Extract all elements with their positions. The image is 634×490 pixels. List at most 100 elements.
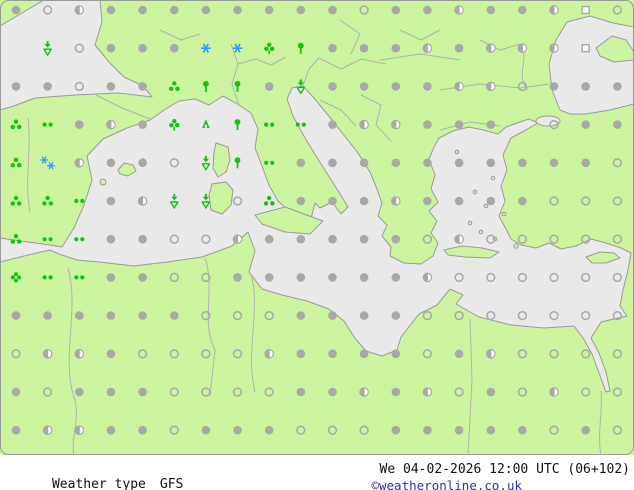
weather-symbol-partly-cloudy [42,425,53,436]
weather-symbol-overcast [581,425,590,435]
weather-symbol-partly-cloudy [74,158,85,168]
weather-symbol-mist [581,44,590,53]
weather-symbol-overcast [423,82,432,91]
weather-symbol-overcast [359,43,369,53]
weather-symbol-overcast [391,273,401,282]
weather-symbol-overcast [106,82,116,91]
weather-symbol-overcast [423,425,432,435]
weather-symbol-overcast [106,349,116,359]
weather-symbol-partly-cloudy [232,234,243,244]
weather-symbol-overcast [296,234,306,244]
weather-symbol-partly-cloudy [422,272,433,283]
weather-symbol-overcast [328,82,337,91]
weather-symbol-overcast [138,273,147,282]
weather-symbol-overcast [486,5,496,15]
weather-symbol-partly-cloudy [549,5,559,15]
weather-symbol-overcast [138,43,147,53]
weather-symbol-partly-cloudy [454,5,464,15]
weather-symbol-overcast [296,387,306,397]
weather-symbol-overcast [264,273,274,282]
weather-symbol-partly-cloudy [74,5,85,15]
model-name: GFS [159,477,184,490]
weather-map [0,0,634,456]
weather-symbol-overcast [486,196,496,206]
weather-symbol-overcast [391,43,401,53]
weather-symbol-overcast [296,349,306,359]
weather-symbol-overcast [264,5,274,15]
weather-symbol-overcast [43,82,52,91]
weather-symbol-overcast [328,5,337,15]
weather-symbol-overcast [423,158,432,168]
weather-symbol-overcast [328,273,337,282]
weather-symbol-overcast [328,120,337,129]
weather-symbol-partly-cloudy [264,348,275,359]
weather-symbol-partly-cloudy [485,43,496,54]
weather-symbol-overcast [518,5,527,15]
weather-symbol-partly-cloudy [454,81,464,92]
weather-symbol-overcast [264,425,274,435]
weather-symbol-overcast [423,120,432,129]
weather-symbol-overcast [138,425,147,435]
weather-symbol-overcast [328,158,337,168]
weather-symbol-overcast [75,120,84,129]
weather-symbol-overcast [359,273,369,282]
weather-symbol-overcast [391,387,401,397]
weather-symbol-overcast [454,120,464,129]
weather-symbol-overcast [138,5,147,15]
weather-symbol-overcast [233,5,242,15]
weather-symbol-overcast [613,120,622,129]
weather-symbol-overcast [518,196,527,206]
weather-symbol-overcast [423,196,432,206]
weather-symbol-overcast [518,158,527,168]
weather-symbol-overcast [391,158,401,168]
weather-symbol-overcast [233,273,242,282]
weather-symbol-overcast [328,234,337,244]
weather-symbol-overcast [518,425,527,435]
weather-symbol-overcast [454,425,464,435]
weather-symbol-overcast [423,5,432,15]
weather-symbol-overcast [264,82,274,91]
weather-symbol-overcast [486,120,496,129]
weather-symbol-overcast [391,311,401,320]
weather-map-page: Weather type GFS We 04-02-2026 12:00 UTC … [0,0,634,490]
weather-symbol-partly-cloudy [517,43,528,54]
weather-symbol-overcast [391,234,401,244]
island-ibiza [99,178,107,186]
weather-symbol-overcast [581,120,590,129]
weather-symbol-overcast [106,273,116,282]
weather-symbol-overcast [75,311,84,320]
weather-symbol-partly-cloudy [42,348,53,359]
weather-symbol-partly-cloudy [390,119,401,130]
weather-symbol-overcast [328,43,337,53]
weather-symbol-overcast [296,158,306,168]
sea-black-sea [548,15,634,115]
weather-symbol-partly-cloudy [359,387,369,397]
weather-symbol-overcast [454,349,464,359]
weather-symbol-overcast [233,425,242,435]
weather-symbol-overcast [391,82,401,91]
weather-symbol-partly-cloudy [485,81,496,92]
weather-symbol-overcast [201,425,211,435]
weather-symbol-overcast [328,196,337,206]
weather-symbol-overcast [359,311,369,320]
weather-symbol-overcast [296,5,306,15]
weather-symbol-overcast [454,158,464,168]
weather-symbol-overcast [359,196,369,206]
weather-symbol-partly-cloudy [454,234,464,244]
weather-symbol-partly-cloudy [390,196,401,206]
weather-symbol-overcast [138,120,147,129]
weather-symbol-overcast [359,234,369,244]
weather-symbol-partly-cloudy [137,196,148,206]
weather-symbol-overcast [359,158,369,168]
weather-symbol-overcast [106,43,116,53]
weather-symbol-overcast [138,387,147,397]
weather-symbol-overcast [454,43,464,53]
weather-symbol-overcast [486,158,496,168]
weather-symbol-overcast [613,82,622,91]
weather-symbol-partly-cloudy [74,425,85,436]
weather-symbol-overcast [11,82,21,91]
weather-symbol-overcast [170,43,179,53]
weather-symbol-overcast [106,311,116,320]
weather-symbol-overcast [328,311,337,320]
footer-left: Weather type GFS [5,462,183,490]
